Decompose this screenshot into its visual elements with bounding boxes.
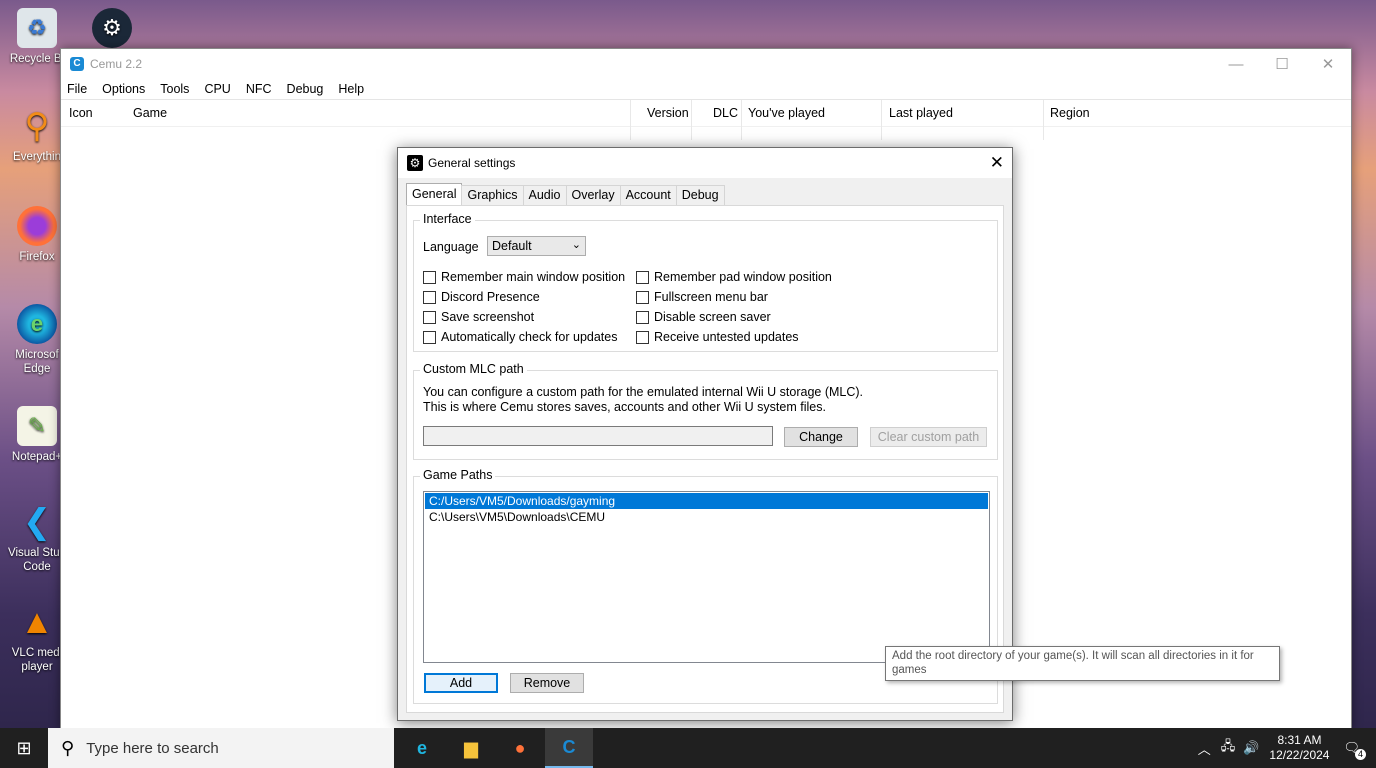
tab-graphics[interactable]: Graphics [461, 185, 524, 206]
chevron-up-icon[interactable]: ︿ [1198, 739, 1211, 758]
remove-button[interactable]: Remove [510, 673, 584, 693]
language-value: Default [492, 239, 532, 253]
language-dropdown[interactable]: Default ⌄ [487, 236, 586, 256]
general-tab-panel: Interface Language Default ⌄ Remember ma… [406, 205, 1004, 713]
notepad-icon: ✎ [17, 406, 57, 446]
dialog-title: General settings [428, 156, 516, 170]
tab-account[interactable]: Account [619, 185, 677, 206]
column-game[interactable]: Game [133, 106, 167, 120]
system-tray: ︿ 🖧 🔊 8:31 AM 12/22/2024 🗨 4 [1198, 728, 1376, 768]
auto-check-updates-checkbox[interactable]: Automatically check for updates [423, 330, 617, 344]
steam-icon: ⚙ [92, 8, 132, 48]
minimize-icon[interactable]: — [1213, 49, 1259, 79]
column-dlc[interactable]: DLC [713, 106, 738, 120]
taskbar-file-explorer-icon[interactable]: ▆ [447, 728, 495, 768]
notification-count: 4 [1355, 749, 1366, 760]
clock-date: 12/22/2024 [1269, 748, 1330, 762]
game-path-item[interactable]: C:\Users\VM5\Downloads\CEMU [425, 510, 988, 524]
add-button[interactable]: Add [424, 673, 498, 693]
column-last-played[interactable]: Last played [889, 106, 953, 120]
search-icon: ⚲ [61, 737, 75, 758]
network-icon[interactable]: 🖧 [1221, 737, 1236, 759]
tab-audio[interactable]: Audio [522, 185, 567, 206]
remember-pad-window-checkbox[interactable]: Remember pad window position [636, 270, 832, 284]
interface-group: Interface Language Default ⌄ Remember ma… [413, 212, 998, 352]
taskbar-firefox-icon[interactable]: ● [496, 728, 544, 768]
windows-start-icon[interactable]: ⊞ [0, 728, 48, 768]
disable-screen-saver-checkbox[interactable]: Disable screen saver [636, 310, 771, 324]
column-youve-played[interactable]: You've played [748, 106, 825, 120]
maximize-icon[interactable]: ☐ [1259, 49, 1305, 79]
tab-general[interactable]: General [406, 183, 463, 207]
search-placeholder: Type here to search [86, 739, 219, 757]
game-path-item-selected[interactable]: C:/Users/VM5/Downloads/gayming [425, 493, 988, 509]
chevron-down-icon: ⌄ [571, 239, 581, 251]
cemu-logo-icon: C [70, 57, 84, 71]
mlc-path-input[interactable] [423, 426, 773, 446]
taskbar: ⊞ ⚲ Type here to search e ▆ ● C ︿ 🖧 🔊 8:… [0, 728, 1376, 768]
tab-debug[interactable]: Debug [675, 185, 725, 206]
add-button-tooltip: Add the root directory of your game(s). … [885, 646, 1280, 681]
taskbar-cemu-icon[interactable]: C [545, 728, 593, 768]
dialog-close-icon[interactable]: ✕ [990, 153, 1004, 173]
receive-untested-updates-checkbox[interactable]: Receive untested updates [636, 330, 799, 344]
remember-main-window-checkbox[interactable]: Remember main window position [423, 270, 625, 284]
mlc-group-label: Custom MLC path [420, 362, 527, 376]
column-version[interactable]: Version [647, 106, 689, 120]
recycle-bin-icon: ♻ [17, 8, 57, 48]
everything-icon: ⚲ [24, 107, 50, 145]
column-icon[interactable]: Icon [69, 106, 93, 120]
menu-options[interactable]: Options [102, 82, 145, 96]
clock-time: 8:31 AM [1277, 733, 1322, 747]
dialog-title-bar: ⚙ General settings ✕ [398, 148, 1012, 178]
mlc-description-line-2: This is where Cemu stores saves, account… [423, 400, 826, 414]
main-title-bar: C Cemu 2.2 — ☐ ✕ [61, 49, 1351, 79]
menu-nfc[interactable]: NFC [246, 82, 272, 96]
menu-file[interactable]: File [67, 82, 87, 96]
main-window-title: Cemu 2.2 [90, 57, 143, 71]
mlc-description-line-1: You can configure a custom path for the … [423, 385, 864, 399]
clock[interactable]: 8:31 AM 12/22/2024 [1269, 733, 1329, 763]
menu-debug[interactable]: Debug [287, 82, 324, 96]
change-button[interactable]: Change [784, 427, 858, 447]
taskbar-edge-icon[interactable]: e [398, 728, 446, 768]
tab-overlay[interactable]: Overlay [565, 185, 621, 206]
save-screenshot-checkbox[interactable]: Save screenshot [423, 310, 534, 324]
menu-bar: File Options Tools CPU NFC Debug Help [61, 79, 1351, 100]
language-label: Language [423, 240, 479, 254]
game-list-header: Icon Game Version DLC You've played Last… [61, 100, 1351, 140]
notification-center-icon[interactable]: 🗨 4 [1343, 740, 1366, 760]
gear-icon: ⚙ [407, 155, 423, 171]
general-settings-dialog: ⚙ General settings ✕ General Graphics Au… [397, 147, 1013, 721]
taskbar-search-box[interactable]: ⚲ Type here to search [48, 728, 394, 768]
clear-custom-path-button[interactable]: Clear custom path [870, 427, 987, 447]
menu-tools[interactable]: Tools [160, 82, 189, 96]
mlc-group: Custom MLC path You can configure a cust… [413, 362, 998, 460]
game-paths-list[interactable]: C:/Users/VM5/Downloads/gayming C:\Users\… [423, 491, 990, 663]
fullscreen-menu-bar-checkbox[interactable]: Fullscreen menu bar [636, 290, 768, 304]
edge-icon: e [17, 304, 57, 344]
firefox-icon [17, 206, 57, 246]
vscode-icon: ❮ [22, 503, 52, 541]
vlc-icon: ▲ [20, 603, 54, 641]
desktop-icon-steam[interactable]: ⚙ [82, 8, 142, 52]
discord-presence-checkbox[interactable]: Discord Presence [423, 290, 540, 304]
game-paths-group-label: Game Paths [420, 468, 496, 482]
interface-group-label: Interface [420, 212, 475, 226]
volume-icon[interactable]: 🔊 [1243, 740, 1259, 756]
column-region[interactable]: Region [1050, 106, 1090, 120]
settings-tabs: General Graphics Audio Overlay Account D… [406, 183, 725, 207]
menu-help[interactable]: Help [338, 82, 364, 96]
close-icon[interactable]: ✕ [1305, 49, 1351, 79]
menu-cpu[interactable]: CPU [204, 82, 230, 96]
